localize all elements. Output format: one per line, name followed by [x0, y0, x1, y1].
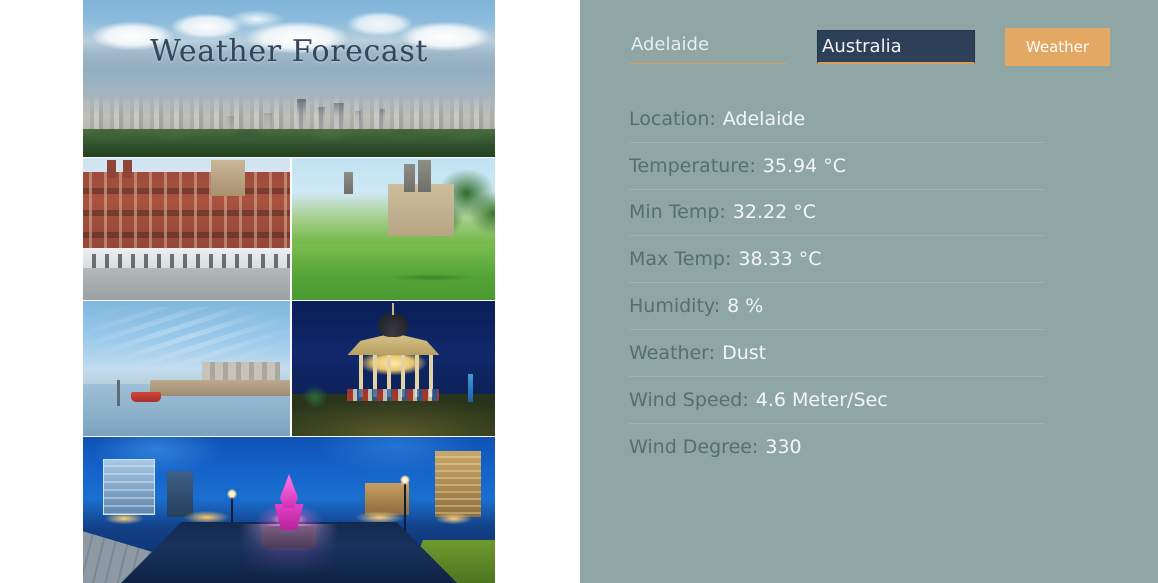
result-row-weather: Weather: Dust — [629, 330, 1044, 377]
result-row-wind-speed: Wind Speed: 4.6 Meter/Sec — [629, 377, 1044, 424]
row-value: 35.94 °C — [762, 154, 846, 177]
row-label: Weather: — [629, 341, 716, 364]
lawn-shadow — [371, 273, 491, 282]
city-input[interactable] — [629, 30, 787, 64]
collage-row-2 — [83, 301, 495, 436]
result-row-wind-degree: Wind Degree: 330 — [629, 424, 1044, 471]
row-label: Temperature: — [629, 154, 756, 177]
row-label: Wind Degree: — [629, 435, 759, 458]
university-building-image — [83, 158, 290, 300]
red-boat — [131, 392, 161, 402]
row-value: 8 % — [727, 295, 764, 318]
page-root: Weather Forecast Adelaide Australia Weat… — [0, 0, 1158, 583]
row-value: 4.6 Meter/Sec — [755, 388, 888, 411]
rotunda-railing — [347, 389, 440, 401]
country-input[interactable] — [817, 30, 975, 64]
rotunda-finial — [392, 303, 395, 315]
page-title: Weather Forecast — [149, 34, 429, 69]
weather-submit-button[interactable]: Weather — [1005, 28, 1110, 66]
cathedral-turret — [343, 172, 353, 194]
result-row-temperature: Temperature: 35.94 °C — [629, 143, 1044, 190]
weather-panel: Weather Location: Adelaide Temperature: … — [580, 0, 1158, 583]
rotunda-dome — [378, 313, 409, 337]
row-label: Location: — [629, 107, 716, 130]
row-label: Wind Speed: — [629, 388, 749, 411]
result-row-location: Location: Adelaide — [629, 96, 1044, 143]
result-row-min-temp: Min Temp: 32.22 °C — [629, 190, 1044, 237]
tree — [297, 380, 332, 414]
row-label: Min Temp: — [629, 201, 726, 224]
chimney — [107, 160, 116, 178]
image-collage: Weather Forecast — [83, 0, 495, 583]
row-value: 32.22 °C — [732, 201, 816, 224]
row-value: 38.33 °C — [738, 248, 822, 271]
fountain-panorama-image — [83, 437, 495, 583]
result-row-humidity: Humidity: 8 % — [629, 283, 1044, 330]
victoria-square-fountain — [243, 474, 335, 548]
fountain-sculpture — [280, 474, 298, 508]
row-label: Max Temp: — [629, 248, 732, 271]
road — [83, 268, 290, 300]
distant-blue-light — [468, 374, 473, 402]
lawn — [291, 244, 495, 300]
cathedral-spire — [403, 164, 415, 192]
chimney — [123, 160, 132, 178]
weather-results-list: Location: Adelaide Temperature: 35.94 °C… — [629, 96, 1044, 470]
mooring-pile — [117, 380, 120, 406]
cathedral-parkland-image — [291, 158, 495, 300]
hero-skyline-image: Weather Forecast — [83, 0, 495, 157]
row-label: Humidity: — [629, 295, 721, 318]
search-controls: Weather — [629, 28, 1110, 66]
seaside-jetty-image — [83, 301, 290, 436]
tree-line — [83, 129, 495, 157]
breakwater — [149, 380, 290, 396]
stone-tower — [211, 160, 245, 196]
row-value: Dust — [722, 341, 767, 364]
row-value: 330 — [765, 435, 802, 458]
collage-row-1 — [83, 158, 495, 300]
rotunda-night-image — [291, 301, 495, 436]
result-row-max-temp: Max Temp: 38.33 °C — [629, 236, 1044, 284]
row-value: Adelaide — [722, 107, 806, 130]
cathedral-spire — [417, 160, 431, 192]
